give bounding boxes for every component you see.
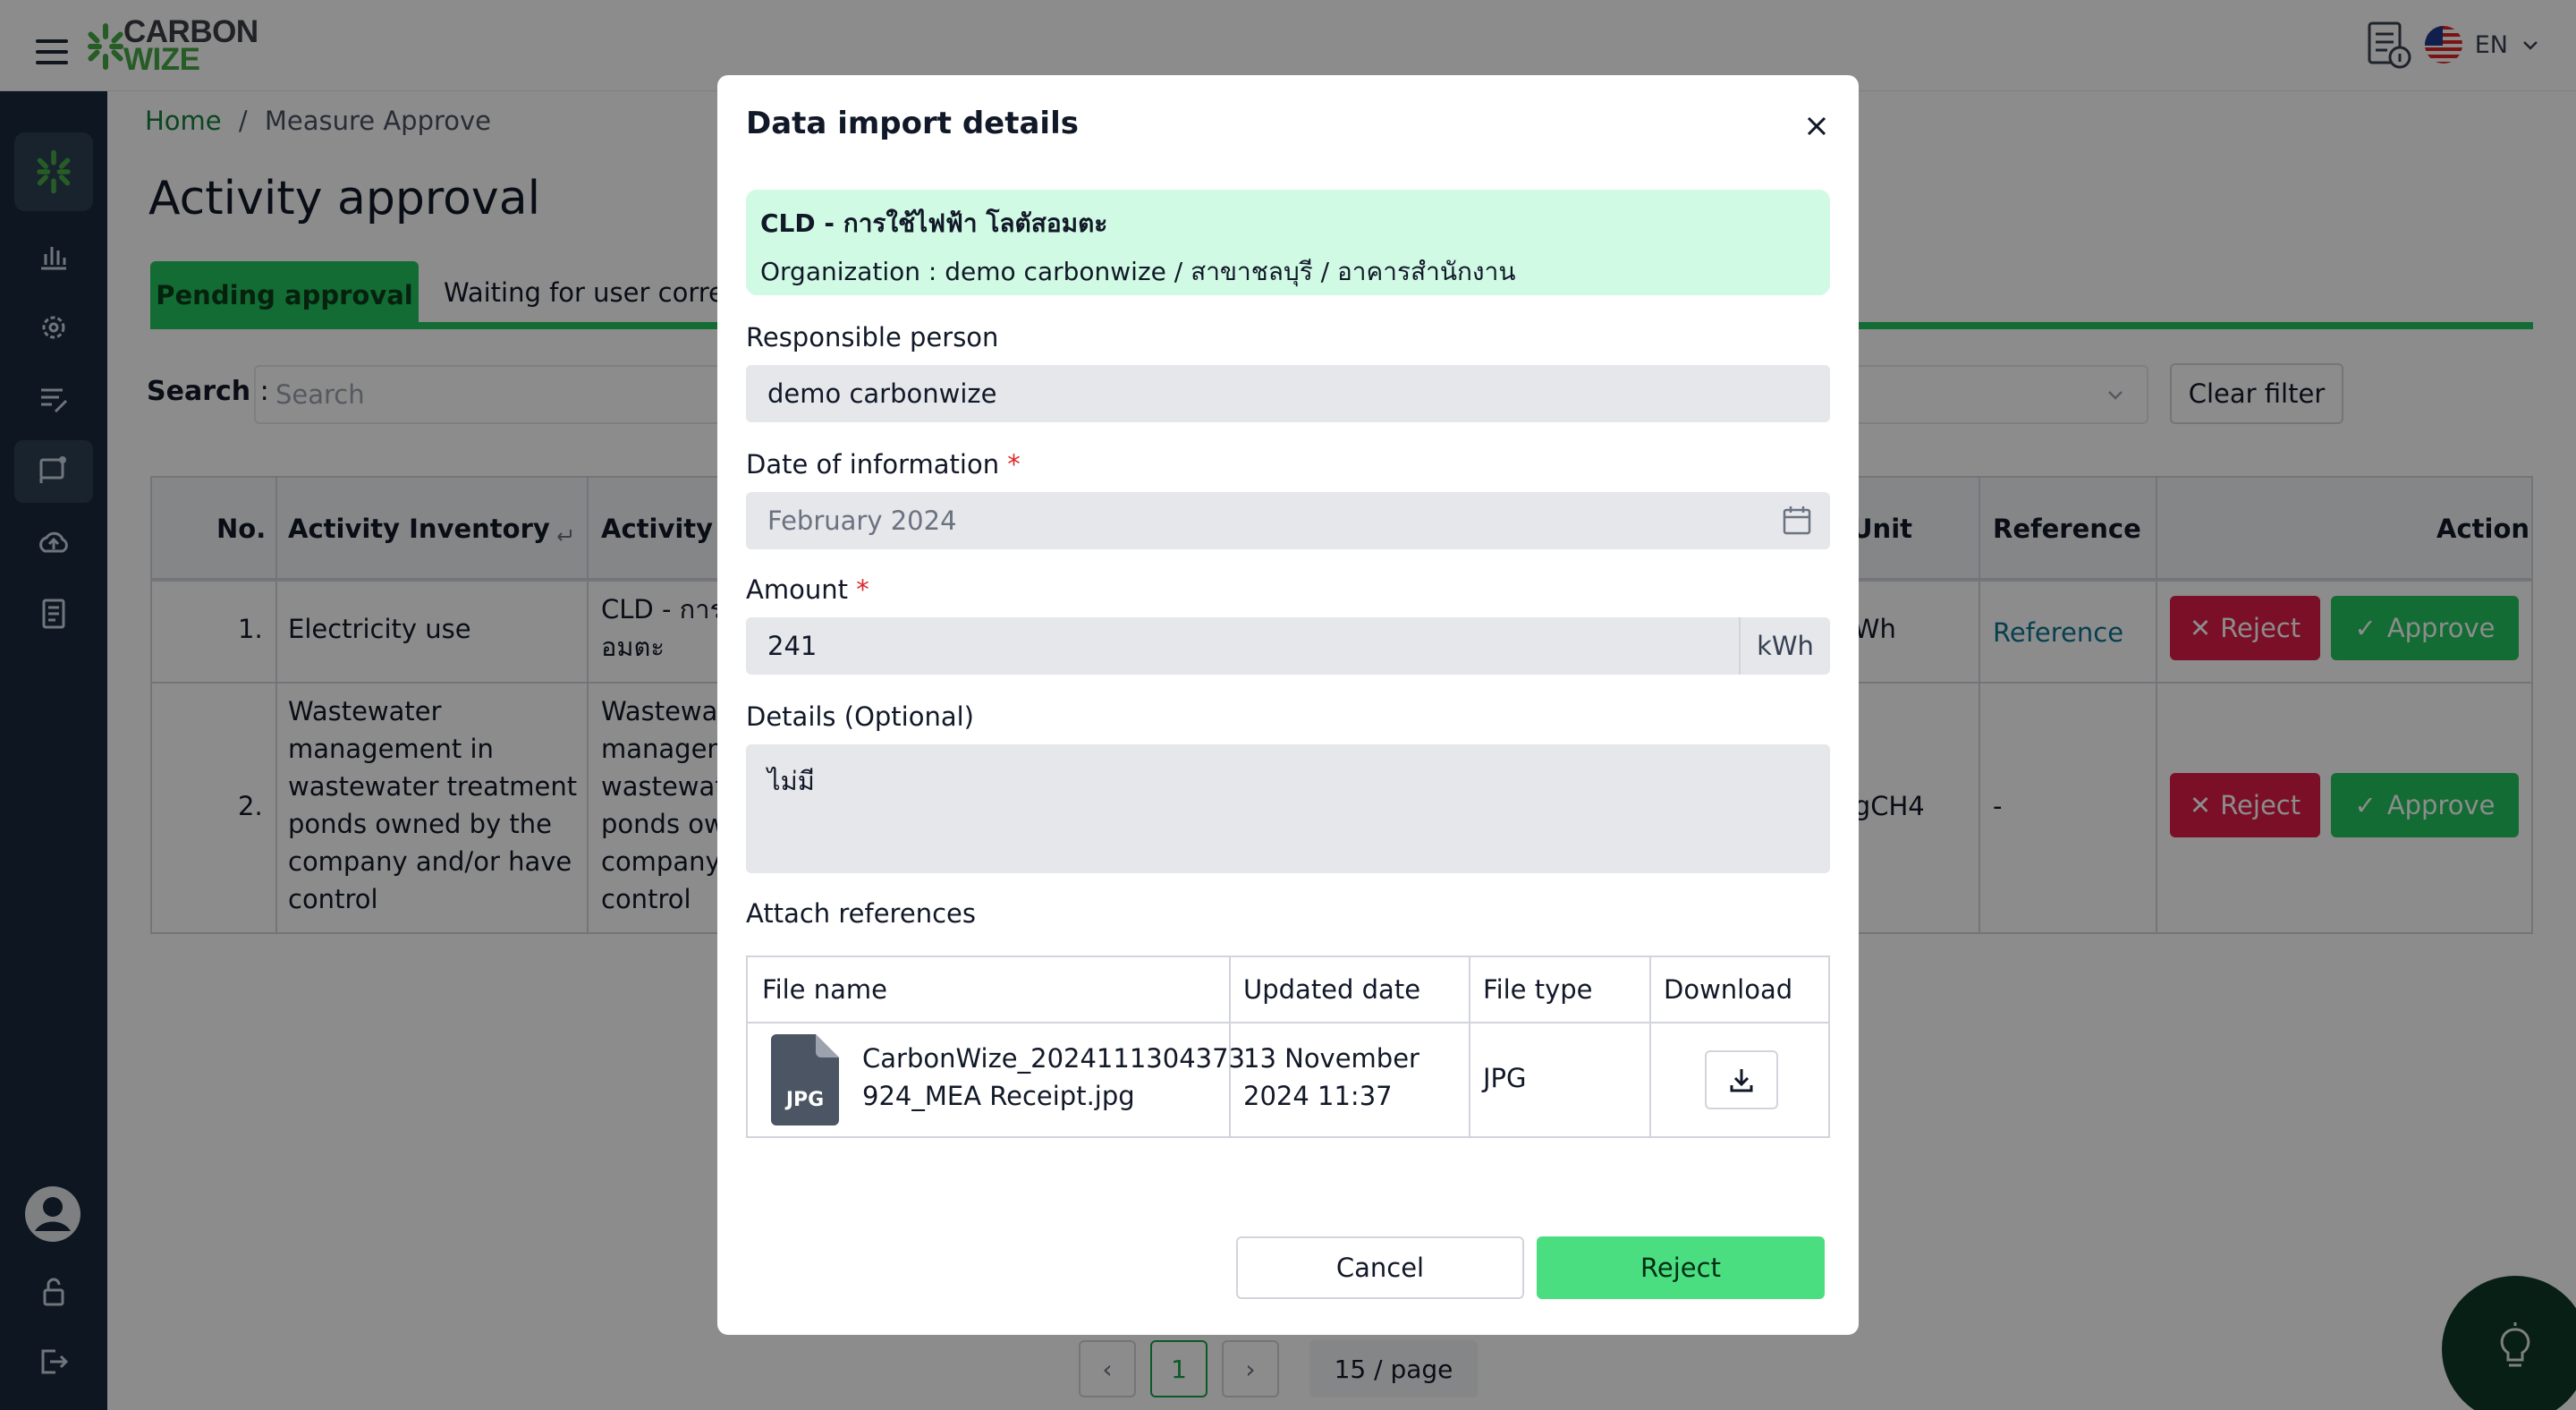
- required-mark: *: [1007, 449, 1021, 480]
- activity-banner: CLD - การใช้ไฟฟ้า โลตัสอมตะ Organization…: [746, 190, 1830, 295]
- banner-activity-name: CLD - การใช้ไฟฟ้า โลตัสอมตะ: [760, 208, 1108, 238]
- amount-label: Amount *: [746, 574, 869, 605]
- jpg-file-icon: JPG: [771, 1034, 839, 1125]
- col-file-name: File name: [762, 974, 887, 1005]
- cancel-button[interactable]: Cancel: [1236, 1236, 1524, 1299]
- amount-unit: kWh: [1739, 617, 1830, 675]
- download-button[interactable]: [1705, 1050, 1778, 1109]
- col-updated-date: Updated date: [1243, 974, 1421, 1005]
- amount-value: 241: [767, 631, 818, 661]
- col-file-type: File type: [1483, 974, 1593, 1005]
- file-name: CarbonWize_2024111304373 924_MEA Receipt…: [862, 1043, 1245, 1111]
- data-import-details-modal: Data import details CLD - การใช้ไฟฟ้า โล…: [717, 75, 1859, 1335]
- col-download: Download: [1664, 974, 1793, 1005]
- calendar-icon[interactable]: [1782, 505, 1812, 537]
- jpg-icon-label: JPG: [784, 1089, 824, 1111]
- responsible-person-label: Responsible person: [746, 322, 999, 352]
- amount-label-text: Amount: [746, 574, 848, 605]
- details-label: Details (Optional): [746, 701, 974, 732]
- details-textarea[interactable]: ไม่มี: [746, 744, 1830, 873]
- required-mark: *: [856, 574, 869, 605]
- modal-title: Data import details: [746, 106, 1079, 141]
- date-of-information-field[interactable]: February 2024: [746, 492, 1830, 549]
- file-updated-date: 13 November 2024 11:37: [1243, 1043, 1419, 1111]
- amount-field[interactable]: 241 kWh: [746, 617, 1830, 675]
- banner-organization: Organization : demo carbonwize / สาขาชลบ…: [760, 257, 1516, 286]
- date-of-information-label: Date of information *: [746, 449, 1021, 480]
- reject-button[interactable]: Reject: [1537, 1236, 1825, 1299]
- attach-references-label: Attach references: [746, 898, 976, 929]
- file-type: JPG: [1483, 1063, 1527, 1093]
- close-icon[interactable]: [1801, 111, 1832, 141]
- responsible-person-field[interactable]: demo carbonwize: [746, 365, 1830, 422]
- attachments-table: File name Updated date File type Downloa…: [746, 956, 1830, 1138]
- date-label-text: Date of information: [746, 449, 1000, 480]
- date-value: February 2024: [767, 505, 957, 536]
- download-icon: [1730, 1069, 1753, 1092]
